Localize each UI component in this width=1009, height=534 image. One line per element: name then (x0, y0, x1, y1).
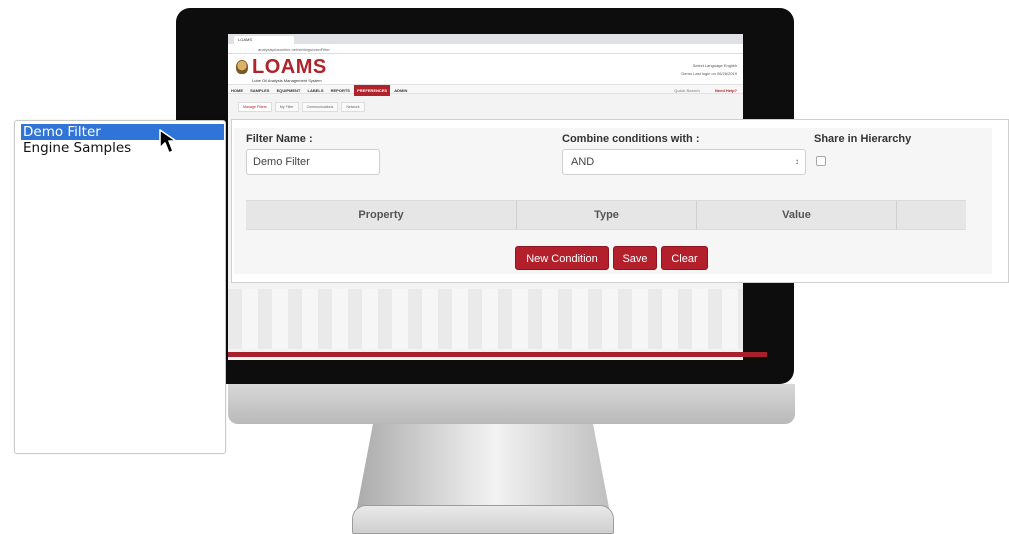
screen-bottom-accent (228, 352, 767, 357)
tab-my-filter[interactable]: My Filter (274, 102, 299, 112)
list-item-demo-filter[interactable]: Demo Filter (21, 124, 224, 140)
share-hierarchy-label: Share in Hierarchy (814, 133, 912, 145)
filter-editor-panel: Filter Name : Combine conditions with : … (231, 119, 1009, 283)
nav-labels[interactable]: LABELS (305, 85, 327, 96)
nav-reports[interactable]: REPORTS (328, 85, 353, 96)
share-hierarchy-checkbox[interactable] (816, 156, 826, 166)
preferences-subtabs: Manage Filters My Filter Communications … (238, 102, 367, 112)
new-condition-button[interactable]: New Condition (515, 246, 609, 270)
browser-tab-title: LOAMS (238, 37, 253, 42)
browser-address-bar[interactable]: analysisplusonline.net/settings/userFilt… (228, 44, 743, 54)
logo-seal-icon (236, 60, 248, 74)
combine-conditions-label: Combine conditions with : (562, 133, 700, 145)
last-login: Last login on 06/26/2019 (693, 71, 737, 76)
monitor-stand-base (352, 505, 614, 534)
quick-search-input[interactable]: Quick Search (674, 88, 714, 93)
nav-samples[interactable]: SAMPLES (247, 85, 272, 96)
need-help-link[interactable]: Need Help? (715, 88, 737, 93)
conditions-table-header: Property Type Value (246, 200, 966, 230)
column-value: Value (697, 201, 897, 229)
list-item-engine-samples[interactable]: Engine Samples (21, 140, 224, 156)
language-select[interactable]: English (724, 63, 737, 68)
column-property: Property (246, 201, 517, 229)
user-menu[interactable]: Demo (681, 71, 692, 76)
filter-name-input[interactable] (246, 149, 380, 175)
tab-manage-filters[interactable]: Manage Filters (238, 102, 272, 112)
mouse-pointer-icon (159, 129, 177, 154)
filter-name-label: Filter Name : (246, 133, 313, 145)
column-actions (897, 201, 966, 229)
select-updown-icon: ↕ (795, 157, 799, 166)
screen-background-content (228, 289, 743, 349)
tab-network[interactable]: Network (341, 102, 365, 112)
clear-button[interactable]: Clear (661, 246, 708, 270)
browser-tab[interactable]: LOAMS (234, 36, 294, 44)
monitor-chin (228, 384, 795, 424)
app-header: LOAMS Lube Oil Analysis Management Syste… (228, 54, 743, 84)
header-user-info: Select Language English Demo Last login … (681, 62, 737, 78)
combine-selected-value: AND (571, 156, 595, 168)
nav-equipment[interactable]: EQUIPMENT (274, 85, 304, 96)
nav-right: Quick Search Need Help? (674, 88, 737, 93)
nav-preferences[interactable]: PREFERENCES (354, 85, 391, 96)
app-logo-subtitle: Lube Oil Analysis Management System (252, 78, 322, 83)
save-button[interactable]: Save (613, 246, 657, 270)
combine-conditions-select[interactable]: AND ↕ (562, 149, 806, 175)
filter-list[interactable]: Demo Filter Engine Samples (14, 120, 226, 454)
column-type: Type (517, 201, 697, 229)
browser-url: analysisplusonline.net/settings/userFilt… (258, 47, 330, 52)
app-logo: LOAMS (252, 56, 327, 78)
language-label: Select Language (692, 63, 723, 68)
tab-communications[interactable]: Communications (301, 102, 339, 112)
browser-tab-strip: LOAMS (228, 34, 743, 44)
nav-home[interactable]: HOME (228, 85, 246, 96)
nav-admin[interactable]: ADMIN (391, 85, 410, 96)
filter-form: Filter Name : Combine conditions with : … (234, 128, 992, 274)
main-nav: HOME SAMPLES EQUIPMENT LABELS REPORTS PR… (228, 84, 743, 96)
